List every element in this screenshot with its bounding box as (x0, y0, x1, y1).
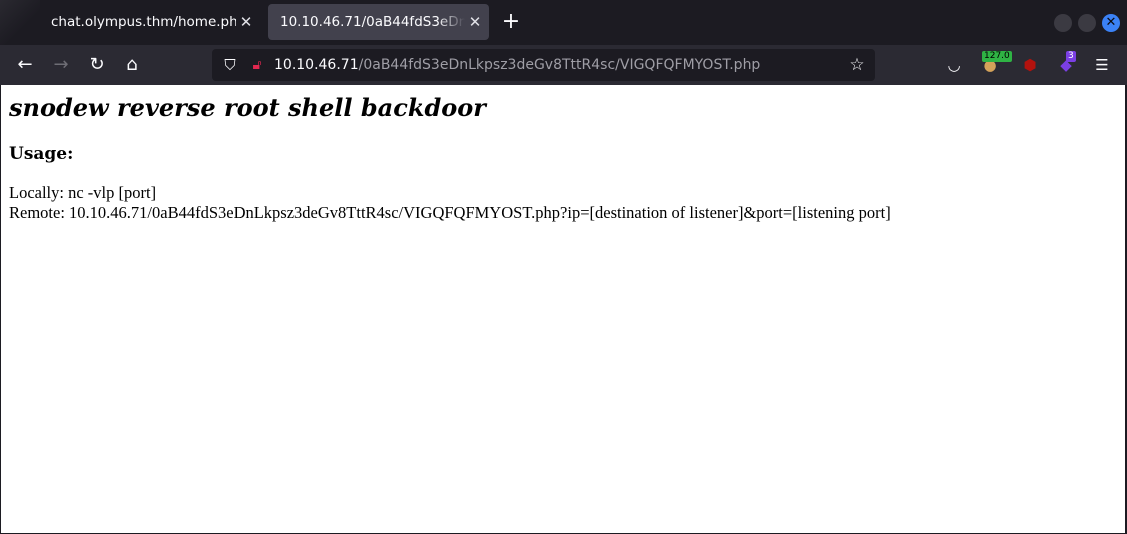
local-usage-line: Locally: nc -vlp [port] (9, 183, 157, 202)
proxy-badge: 127.0 (982, 51, 1012, 62)
plus-icon[interactable]: + (498, 10, 524, 36)
bookmark-star-icon[interactable]: ☆ (845, 53, 869, 77)
tab-title: 10.10.46.71/0aB44fdS3eDnLkpsz3deGv8TttR4… (280, 14, 465, 30)
url-host: 10.10.46.71 (274, 57, 359, 73)
shield-icon[interactable]: ⛉ (220, 54, 240, 76)
insecure-lock-icon[interactable]: 🔓︎ (247, 54, 267, 76)
remote-usage-line: Remote: 10.10.46.71/0aB44fdS3eDnLkpsz3de… (9, 203, 891, 222)
reload-icon[interactable]: ↻ (85, 53, 109, 77)
forward-arrow-icon[interactable]: → (49, 53, 73, 77)
minimize-button[interactable] (1054, 14, 1072, 32)
extension-badge: 3 (1066, 51, 1076, 62)
url-text[interactable]: 10.10.46.71/0aB44fdS3eDnLkpsz3deGv8TttR4… (274, 49, 760, 81)
address-bar[interactable]: ⛉ 🔓︎ 10.10.46.71/0aB44fdS3eDnLkpsz3deGv8… (212, 49, 875, 81)
back-arrow-icon[interactable]: ← (13, 53, 37, 77)
home-icon[interactable]: ⌂ (120, 53, 144, 77)
extension-purple-icon[interactable]: ◆ 3 (1054, 51, 1078, 77)
page-heading: snodew reverse root shell backdoor (9, 93, 486, 122)
usage-label: Usage: (9, 144, 74, 164)
close-icon[interactable]: ✕ (465, 13, 485, 31)
tab-bar: chat.olympus.thm/home.php ✕ 10.10.46.71/… (0, 0, 1127, 45)
tab-title: chat.olympus.thm/home.php (51, 14, 236, 30)
url-path: /0aB44fdS3eDnLkpsz3deGv8TttR4sc/VIGQFQFM… (358, 57, 761, 73)
ublock-origin-icon[interactable]: ⬢ (1018, 53, 1042, 77)
window-decoration (0, 0, 40, 45)
hamburger-menu-icon[interactable]: ☰ (1090, 53, 1114, 77)
foxyproxy-icon[interactable]: ● 127.0 (978, 51, 1012, 77)
close-icon[interactable]: ✕ (236, 13, 256, 31)
navigation-toolbar: ← → ↻ ⌂ ⛉ 🔓︎ 10.10.46.71/0aB44fdS3eDnLkp… (0, 45, 1127, 85)
tab-backdoor[interactable]: 10.10.46.71/0aB44fdS3eDnLkpsz3deGv8TttR4… (268, 4, 489, 40)
maximize-button[interactable] (1078, 14, 1096, 32)
window-close-button[interactable]: ✕ (1102, 14, 1120, 32)
page-content: snodew reverse root shell backdoor Usage… (1, 85, 1125, 533)
pocket-icon[interactable]: ◡ (942, 53, 966, 77)
tab-chat[interactable]: chat.olympus.thm/home.php ✕ (39, 4, 260, 40)
